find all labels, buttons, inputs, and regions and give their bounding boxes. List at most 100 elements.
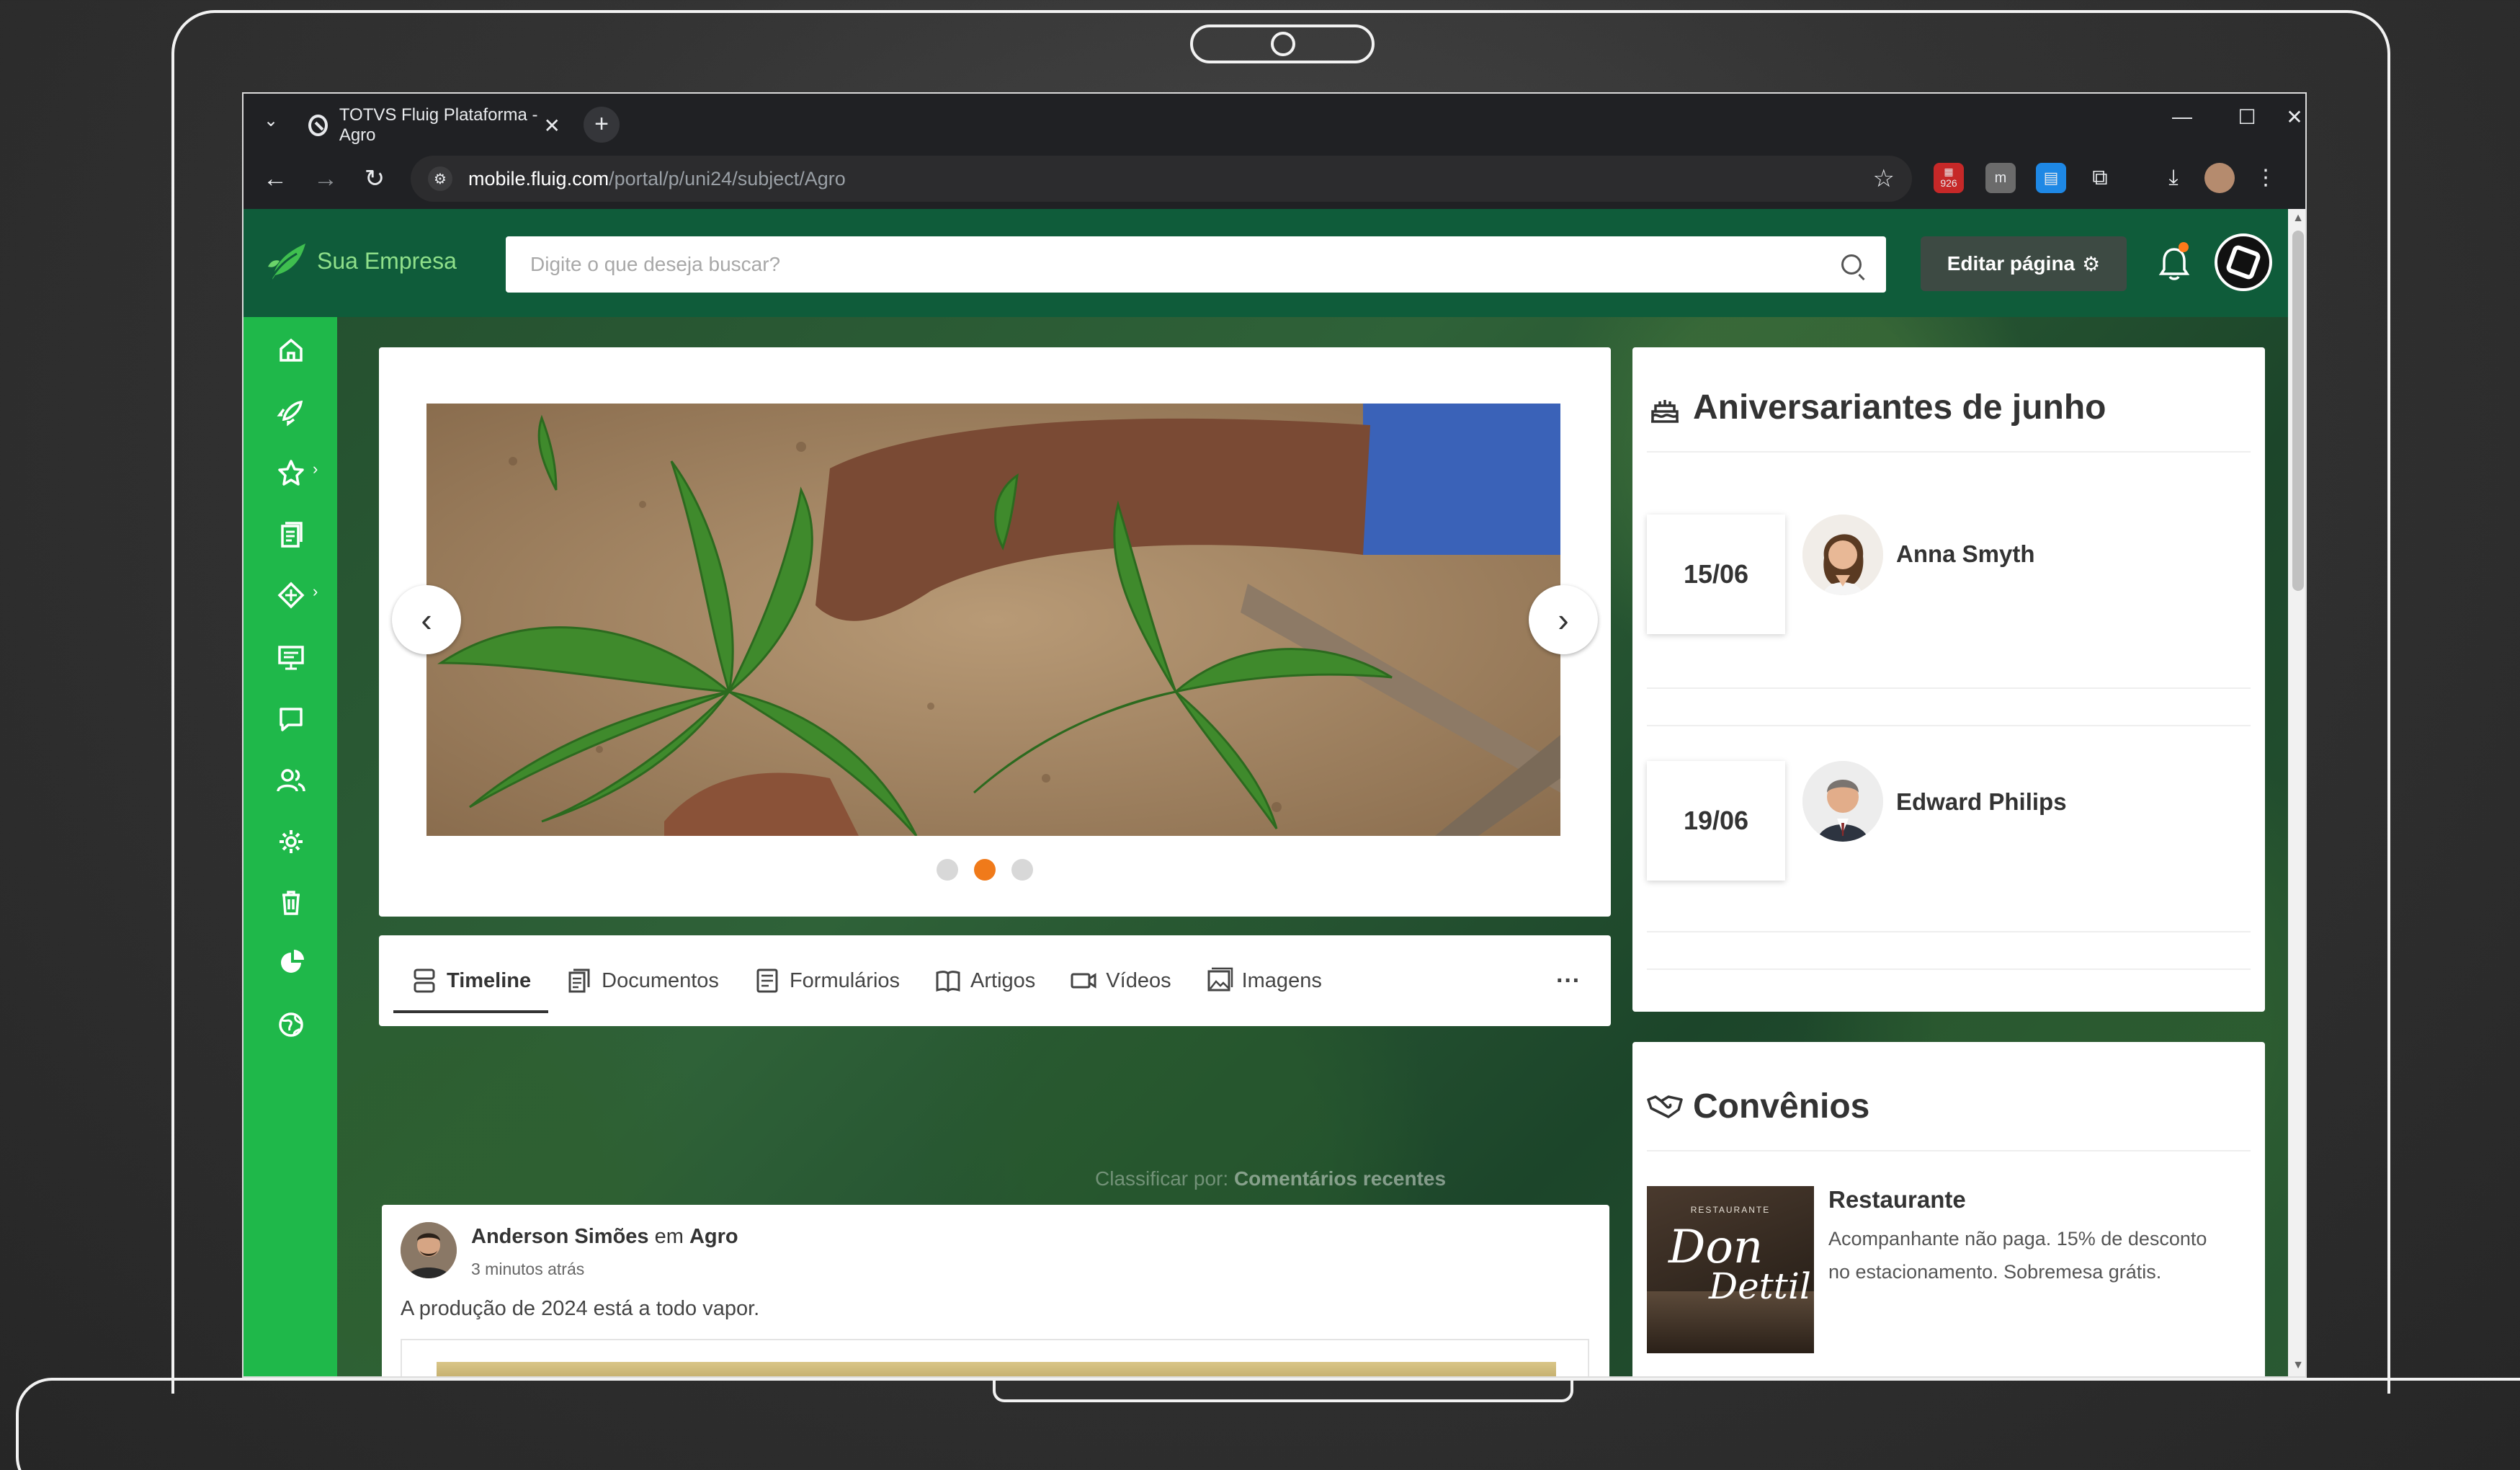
back-arrow-icon[interactable]: ← — [258, 161, 292, 196]
sort-prefix: Classificar por: — [1095, 1167, 1229, 1190]
tab-label: Imagens — [1241, 968, 1322, 992]
book-icon — [936, 971, 960, 993]
birthday-name[interactable]: Edward Philips — [1896, 788, 2067, 816]
carousel-card: ‹ › — [379, 347, 1611, 917]
portal-search-input[interactable]: Digite o que deseja buscar? — [506, 236, 1886, 293]
post-image-sunset[interactable] — [437, 1362, 1556, 1376]
scrollbar-thumb[interactable] — [2292, 231, 2304, 591]
tab-search-chevron-icon[interactable]: ⌄ — [256, 107, 285, 135]
carousel-prev-button[interactable]: ‹ — [392, 585, 461, 654]
search-icon[interactable] — [1841, 254, 1862, 275]
content-tabs-bar: Timeline Documentos Formulários Artigos … — [379, 935, 1611, 1026]
scroll-down-icon[interactable]: ▼ — [2288, 1359, 2305, 1372]
extensions-puzzle-icon[interactable]: ⧉ — [2085, 163, 2115, 193]
tab-imagens[interactable]: Imagens — [1189, 935, 1339, 1026]
nav-globe-icon[interactable] — [271, 1004, 311, 1045]
video-icon — [1071, 973, 1096, 989]
portal-page: Sua Empresa Digite o que deseja buscar? … — [243, 209, 2305, 1376]
maximize-icon[interactable]: ☐ — [2229, 105, 2265, 129]
agreement-item-desc: Acompanhante não paga. 15% de desconto n… — [1828, 1228, 2207, 1283]
carousel-dot[interactable] — [1011, 859, 1033, 881]
birthdays-title: Aniversariantes de junho — [1647, 388, 2106, 427]
portal-header: Sua Empresa Digite o que deseja buscar? … — [243, 209, 2305, 317]
reload-icon[interactable]: ↻ — [357, 161, 392, 196]
carousel-slide-image[interactable] — [426, 404, 1560, 836]
minimize-icon[interactable]: — — [2164, 105, 2200, 128]
address-bar[interactable]: ⚙ mobile.fluig.com /portal/p/uni24/subje… — [411, 156, 1912, 202]
carousel-dot-active[interactable] — [974, 859, 996, 881]
cake-icon — [1651, 399, 1679, 423]
restaurant-logo-line2: Dettil — [1709, 1265, 1811, 1307]
browser-tab[interactable]: TOTVS Fluig Plataforma - Agro ✕ — [298, 102, 571, 148]
nav-trash-icon[interactable] — [271, 882, 311, 922]
extension-badge: 926 — [1940, 177, 1957, 189]
nav-favorites-chevron-icon[interactable]: › — [313, 460, 318, 478]
site-info-icon[interactable]: ⚙ — [428, 166, 452, 191]
nav-chart-icon[interactable] — [271, 943, 311, 983]
post-community[interactable]: Agro — [689, 1225, 738, 1248]
handshake-icon — [1647, 1095, 1683, 1118]
restaurant-logo-small: RESTAURANTE — [1690, 1205, 1771, 1215]
agreement-item-title[interactable]: Restaurante — [1828, 1186, 1966, 1213]
tab-formularios[interactable]: Formulários — [736, 935, 917, 1026]
window-close-icon[interactable]: ✕ — [2277, 105, 2305, 129]
nav-people-icon[interactable] — [271, 760, 311, 800]
post-author-name[interactable]: Anderson Simões — [471, 1225, 649, 1248]
browser-menu-icon[interactable]: ⋮ — [2251, 163, 2281, 193]
tab-timeline[interactable]: Timeline — [393, 935, 549, 1026]
new-tab-button[interactable]: + — [584, 107, 620, 143]
tab-videos[interactable]: Vídeos — [1053, 935, 1188, 1026]
page-scrollbar[interactable]: ▲ ▼ — [2288, 209, 2305, 1376]
restaurant-logo-image[interactable]: RESTAURANTE Don Dettil — [1647, 1186, 1814, 1353]
laptop-base-notch — [993, 1378, 1573, 1402]
forward-arrow-icon[interactable]: → — [308, 161, 343, 196]
nav-process-icon[interactable] — [271, 575, 311, 615]
more-tabs-button[interactable]: ··· — [1539, 935, 1598, 1026]
tab-label: Timeline — [447, 968, 532, 992]
birthday-name[interactable]: Anna Smyth — [1896, 540, 2035, 568]
carousel-dot[interactable] — [937, 859, 958, 881]
tab-close-icon[interactable]: ✕ — [544, 114, 560, 138]
nav-chat-icon[interactable] — [271, 699, 311, 739]
divider — [1647, 968, 2251, 970]
birthday-avatar-anna[interactable] — [1802, 514, 1883, 595]
post-author-avatar[interactable] — [401, 1222, 457, 1278]
nav-home-icon[interactable] — [271, 330, 311, 370]
tab-label: Vídeos — [1106, 968, 1171, 992]
post-attachment-frame — [401, 1339, 1589, 1376]
user-avatar[interactable] — [2215, 233, 2272, 291]
birthdays-widget: Aniversariantes de junho 15/06 Anna Smyt… — [1632, 347, 2265, 1012]
birthday-date-box: 19/06 — [1647, 761, 1785, 881]
nav-rocket-icon[interactable] — [271, 392, 311, 432]
extension-m-icon[interactable]: m — [1985, 163, 2016, 193]
birthday-date-box: 15/06 — [1647, 514, 1785, 634]
nav-favorites-star-icon[interactable] — [271, 453, 311, 493]
carousel-next-button[interactable]: › — [1529, 585, 1598, 654]
agreements-widget: Convênios RESTAURANTE Don Dettil Restaur… — [1632, 1042, 2265, 1376]
browser-tab-title: TOTVS Fluig Plataforma - Agro — [339, 105, 538, 145]
left-nav-sidebar: › › — [243, 317, 337, 1376]
edit-page-button[interactable]: Editar página ⚙ — [1921, 236, 2127, 291]
extension-blue-icon[interactable]: ▤ — [2036, 163, 2066, 193]
tab-documentos[interactable]: Documentos — [548, 935, 736, 1026]
browser-window: ⌄ TOTVS Fluig Plataforma - Agro ✕ + — ☐ … — [242, 92, 2307, 1378]
timeline-post-card: Anderson Simões em Agro 3 minutos atrás … — [382, 1205, 1609, 1376]
sort-selector[interactable]: Classificar por: Comentários recentes — [1095, 1167, 1446, 1190]
birthday-avatar-edward[interactable] — [1802, 761, 1883, 842]
extension-calendar-icon[interactable]: ▦ 926 — [1934, 163, 1964, 193]
post-time: 3 minutos atrás — [471, 1260, 585, 1278]
tab-artigos[interactable]: Artigos — [917, 935, 1053, 1026]
nav-settings-gear-icon[interactable] — [271, 821, 311, 862]
forms-icon — [756, 968, 778, 993]
profile-avatar[interactable] — [2204, 163, 2235, 193]
bookmark-star-icon[interactable]: ☆ — [1873, 164, 1895, 193]
nav-documents-icon[interactable] — [271, 514, 311, 555]
divider — [1647, 1150, 2251, 1152]
nav-process-chevron-icon[interactable]: › — [313, 582, 318, 601]
downloads-icon[interactable]: ⤓ — [2158, 163, 2189, 193]
nav-presentation-icon[interactable] — [271, 637, 311, 677]
post-header: Anderson Simões em Agro — [471, 1225, 738, 1249]
company-logo[interactable]: Sua Empresa — [265, 238, 457, 284]
leaf-logo-icon — [268, 244, 305, 282]
scroll-up-icon[interactable]: ▲ — [2288, 212, 2305, 225]
